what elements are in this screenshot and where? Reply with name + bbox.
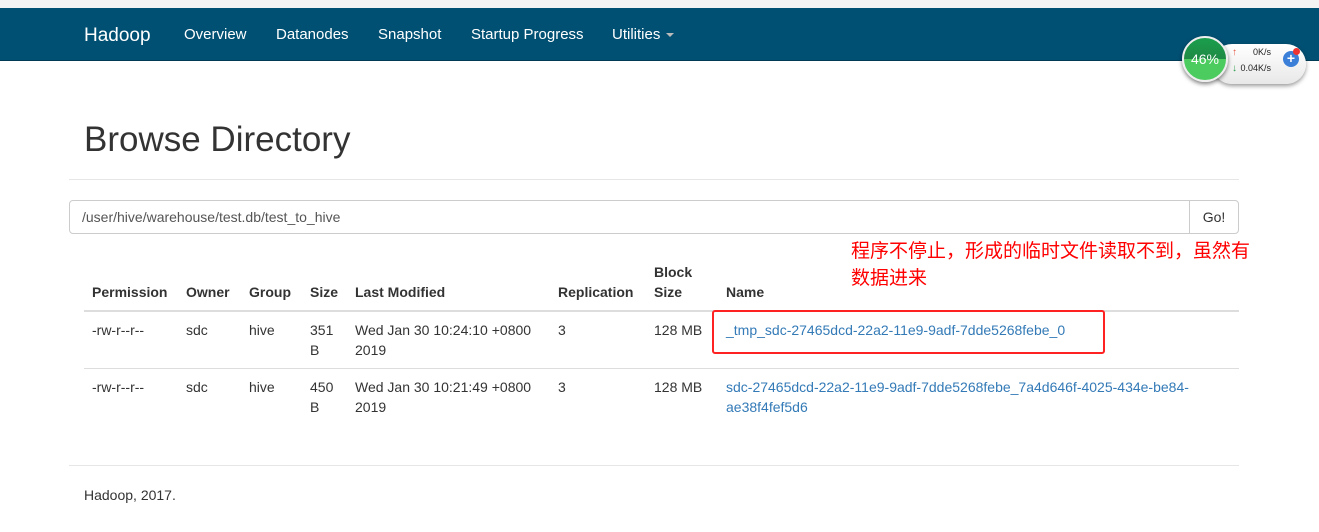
header-group[interactable]: Group — [249, 282, 291, 302]
directory-path-input[interactable] — [69, 200, 1190, 234]
usage-percent: 46% — [1182, 36, 1228, 82]
nav-datanodes[interactable]: Datanodes — [276, 26, 349, 43]
header-permission[interactable]: Permission — [92, 282, 167, 302]
cell-replication: 3 — [558, 322, 566, 338]
header-replication[interactable]: Replication — [558, 282, 633, 302]
header-block-size[interactable]: Block Size — [654, 262, 704, 302]
footer: Hadoop, 2017. — [84, 487, 176, 503]
cell-replication: 3 — [558, 379, 566, 395]
cell-last-modified: Wed Jan 30 10:21:49 +0800 2019 — [355, 379, 532, 415]
brand[interactable]: Hadoop — [84, 25, 151, 47]
annotation-text: 程序不停止，形成的临时文件读取不到，虽然有数据进来 — [851, 241, 1251, 289]
header-size[interactable]: Size — [310, 282, 338, 302]
divider — [69, 465, 1239, 466]
cell-permission: -rw-r--r-- — [92, 322, 145, 338]
cell-block-size: 128 MB — [654, 322, 703, 338]
cell-size: 450 B — [310, 379, 334, 415]
header-name[interactable]: Name — [726, 282, 764, 302]
file-link[interactable]: sdc-27465dcd-22a2-11e9-9adf-7dde5268febe… — [726, 377, 1196, 417]
notification-dot — [1293, 48, 1300, 55]
header-last-modified[interactable]: Last Modified — [355, 282, 445, 302]
top-strip — [0, 0, 1319, 8]
cell-owner: sdc — [186, 322, 208, 338]
cell-group: hive — [249, 322, 275, 338]
page-title: Browse Directory — [84, 120, 351, 159]
nav-snapshot[interactable]: Snapshot — [378, 26, 441, 43]
cell-permission: -rw-r--r-- — [92, 379, 145, 395]
cell-last-modified: Wed Jan 30 10:24:10 +0800 2019 — [355, 322, 532, 358]
nav-utilities-label: Utilities — [612, 26, 661, 43]
annotation-highlight-box — [712, 310, 1105, 354]
caret-down-icon — [666, 33, 675, 38]
nav-startup-progress[interactable]: Startup Progress — [471, 26, 584, 43]
go-button[interactable]: Go! — [1189, 200, 1239, 234]
cell-size: 351 B — [310, 322, 334, 358]
cell-owner: sdc — [186, 379, 208, 395]
row-divider — [84, 368, 1239, 369]
cell-block-size: 128 MB — [654, 379, 703, 395]
cell-group: hive — [249, 379, 275, 395]
divider — [69, 179, 1239, 180]
nav-utilities[interactable]: Utilities — [612, 26, 675, 43]
navbar: Hadoop Overview Datanodes Snapshot Start… — [0, 8, 1319, 61]
nav-overview[interactable]: Overview — [184, 26, 247, 43]
header-owner[interactable]: Owner — [186, 282, 230, 302]
